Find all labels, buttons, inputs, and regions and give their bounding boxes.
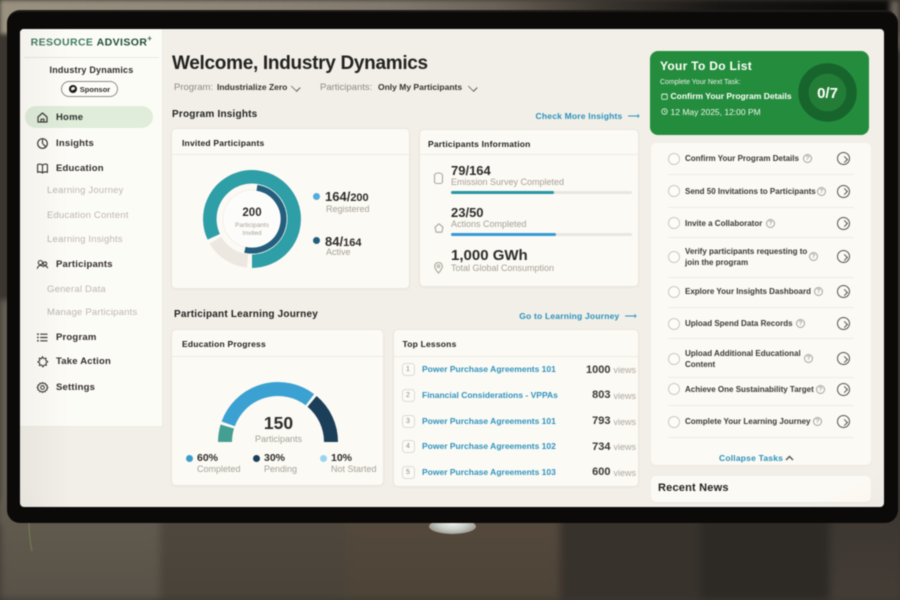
svg-text:0/7: 0/7 <box>817 85 838 102</box>
svg-text:200: 200 <box>242 207 261 219</box>
svg-text:Invited: Invited <box>242 230 262 237</box>
svg-text:Participants: Participants <box>235 222 270 229</box>
